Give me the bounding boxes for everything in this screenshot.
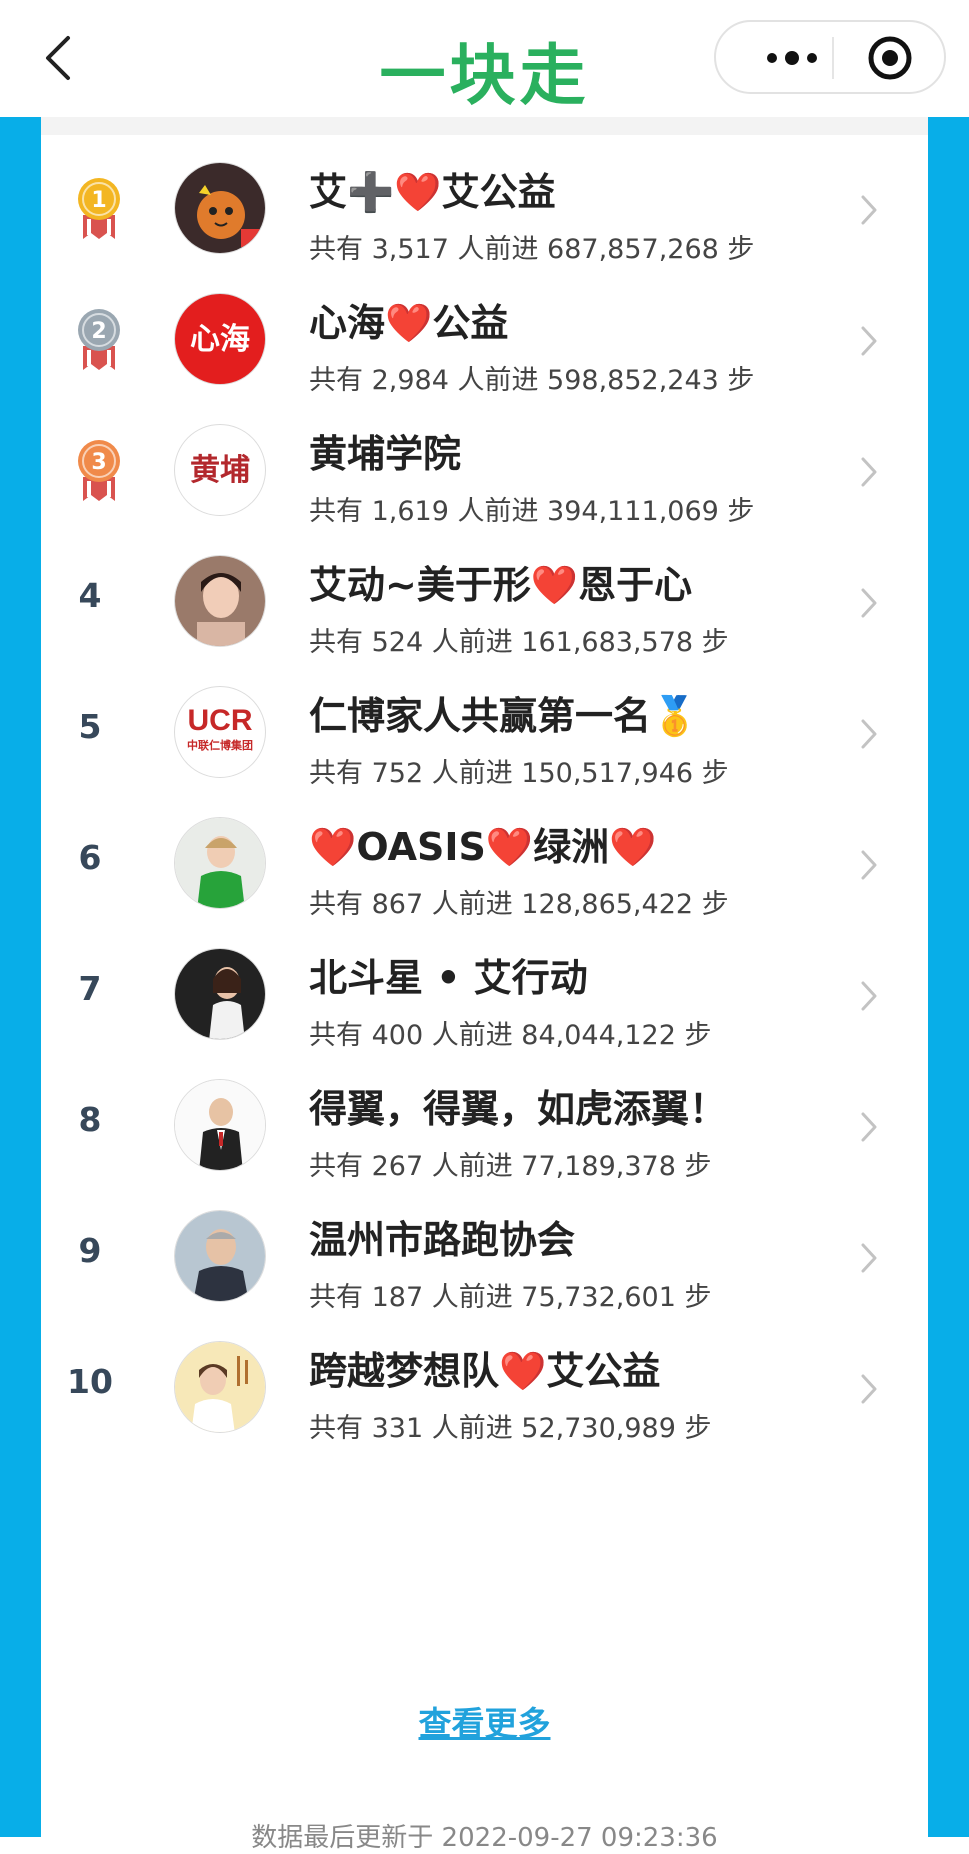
- team-stats: 共有 400 人前进 84,044,122 步: [309, 1020, 712, 1051]
- team-stats: 共有 524 人前进 161,683,578 步: [309, 627, 729, 658]
- team-name: 得翼，得翼，如虎添翼！: [309, 1087, 728, 1131]
- ranking-panel: 1 艾➕❤️艾公益共有 3,517 人前进 687,857,268 步 2 心海 心海❤…: [41, 117, 928, 1853]
- avatar-logo-text: UCR: [187, 704, 253, 737]
- team-name: 温州市路跑协会: [309, 1218, 576, 1262]
- team-name: 跨越梦想队❤️艾公益: [309, 1349, 661, 1393]
- frame-right: [928, 117, 969, 1837]
- avatar-huangpu-logo: 黄埔: [174, 424, 266, 516]
- chevron-right-icon: [859, 1241, 879, 1275]
- medal-rank-number: 1: [91, 188, 106, 213]
- medal-rank-number: 2: [91, 319, 106, 344]
- team-name: 黄埔学院: [309, 432, 462, 476]
- team-name: 艾动~美于形❤️恩于心: [309, 563, 693, 607]
- ranking-row[interactable]: 10 跨越梦想队❤️艾公益共有 331 人前进 52,730,989 步: [41, 1312, 928, 1465]
- avatar-photo-woman-green: [174, 817, 266, 909]
- team-stats: 共有 1,619 人前进 394,111,069 步: [309, 496, 755, 527]
- gold-medal-icon: 1: [73, 175, 125, 241]
- capsule-divider: [832, 37, 834, 79]
- silver-medal-icon: 2: [73, 306, 125, 372]
- last-updated-text: 数据最后更新于 2022-09-27 09:23:36: [251, 1823, 718, 1853]
- avatar-cartoon: [174, 162, 266, 254]
- avatar-logo-text: 心海: [190, 322, 250, 357]
- bronze-medal-icon: 3: [73, 437, 125, 503]
- team-stats: 共有 331 人前进 52,730,989 步: [309, 1413, 712, 1444]
- team-stats: 共有 187 人前进 75,732,601 步: [309, 1282, 712, 1313]
- avatar-photo-woman-dark: [174, 948, 266, 1040]
- chevron-right-icon: [859, 193, 879, 227]
- avatar-xinhai-logo: 心海: [174, 293, 266, 385]
- close-program-button[interactable]: [866, 34, 914, 82]
- rank-number: 8: [78, 1100, 102, 1139]
- team-name: 艾➕❤️艾公益: [309, 170, 556, 214]
- chevron-right-icon: [859, 717, 879, 751]
- frame-left: [0, 117, 41, 1837]
- team-stats: 共有 2,984 人前进 598,852,243 步: [309, 365, 755, 396]
- chevron-right-icon: [859, 324, 879, 358]
- avatar-logo-text: 黄埔: [190, 453, 250, 488]
- more-dots-icon: [767, 51, 817, 65]
- team-name: 心海❤️公益: [309, 301, 509, 345]
- chevron-right-icon: [859, 1110, 879, 1144]
- chevron-right-icon: [859, 848, 879, 882]
- view-more-link[interactable]: 查看更多: [41, 1697, 928, 1745]
- avatar-ucr-logo: UCR 中联仁博集团: [174, 686, 266, 778]
- team-stats: 共有 752 人前进 150,517,946 步: [309, 758, 729, 789]
- mini-program-capsule: [714, 20, 946, 94]
- rank-number: 4: [78, 576, 102, 615]
- team-stats: 共有 867 人前进 128,865,422 步: [309, 889, 729, 920]
- avatar-photo-man: [174, 1210, 266, 1302]
- target-icon: [868, 36, 912, 80]
- avatar-logo-subtext: 中联仁博集团: [187, 739, 253, 752]
- team-name: 仁博家人共赢第一名🥇: [309, 694, 699, 738]
- team-name: ❤️OASIS❤️绿洲❤️: [309, 825, 657, 869]
- avatar-photo-man-suit: [174, 1079, 266, 1171]
- rank-number: 10: [67, 1362, 113, 1401]
- rank-number: 7: [78, 969, 102, 1008]
- team-stats: 共有 3,517 人前进 687,857,268 步: [309, 234, 755, 265]
- chevron-right-icon: [859, 455, 879, 489]
- rank-number: 6: [78, 838, 102, 877]
- rank-number: 9: [78, 1231, 102, 1270]
- team-name: 北斗星 • 艾行动: [309, 956, 588, 1000]
- header-bar: 一块走: [0, 0, 969, 117]
- avatar-photo-woman: [174, 555, 266, 647]
- more-options-button[interactable]: [746, 22, 838, 92]
- chevron-right-icon: [859, 979, 879, 1013]
- avatar-photo-woman-poster: [174, 1341, 266, 1433]
- chevron-right-icon: [859, 586, 879, 620]
- chevron-right-icon: [859, 1372, 879, 1406]
- team-stats: 共有 267 人前进 77,189,378 步: [309, 1151, 712, 1182]
- medal-rank-number: 3: [91, 450, 106, 475]
- rank-number: 5: [78, 707, 102, 746]
